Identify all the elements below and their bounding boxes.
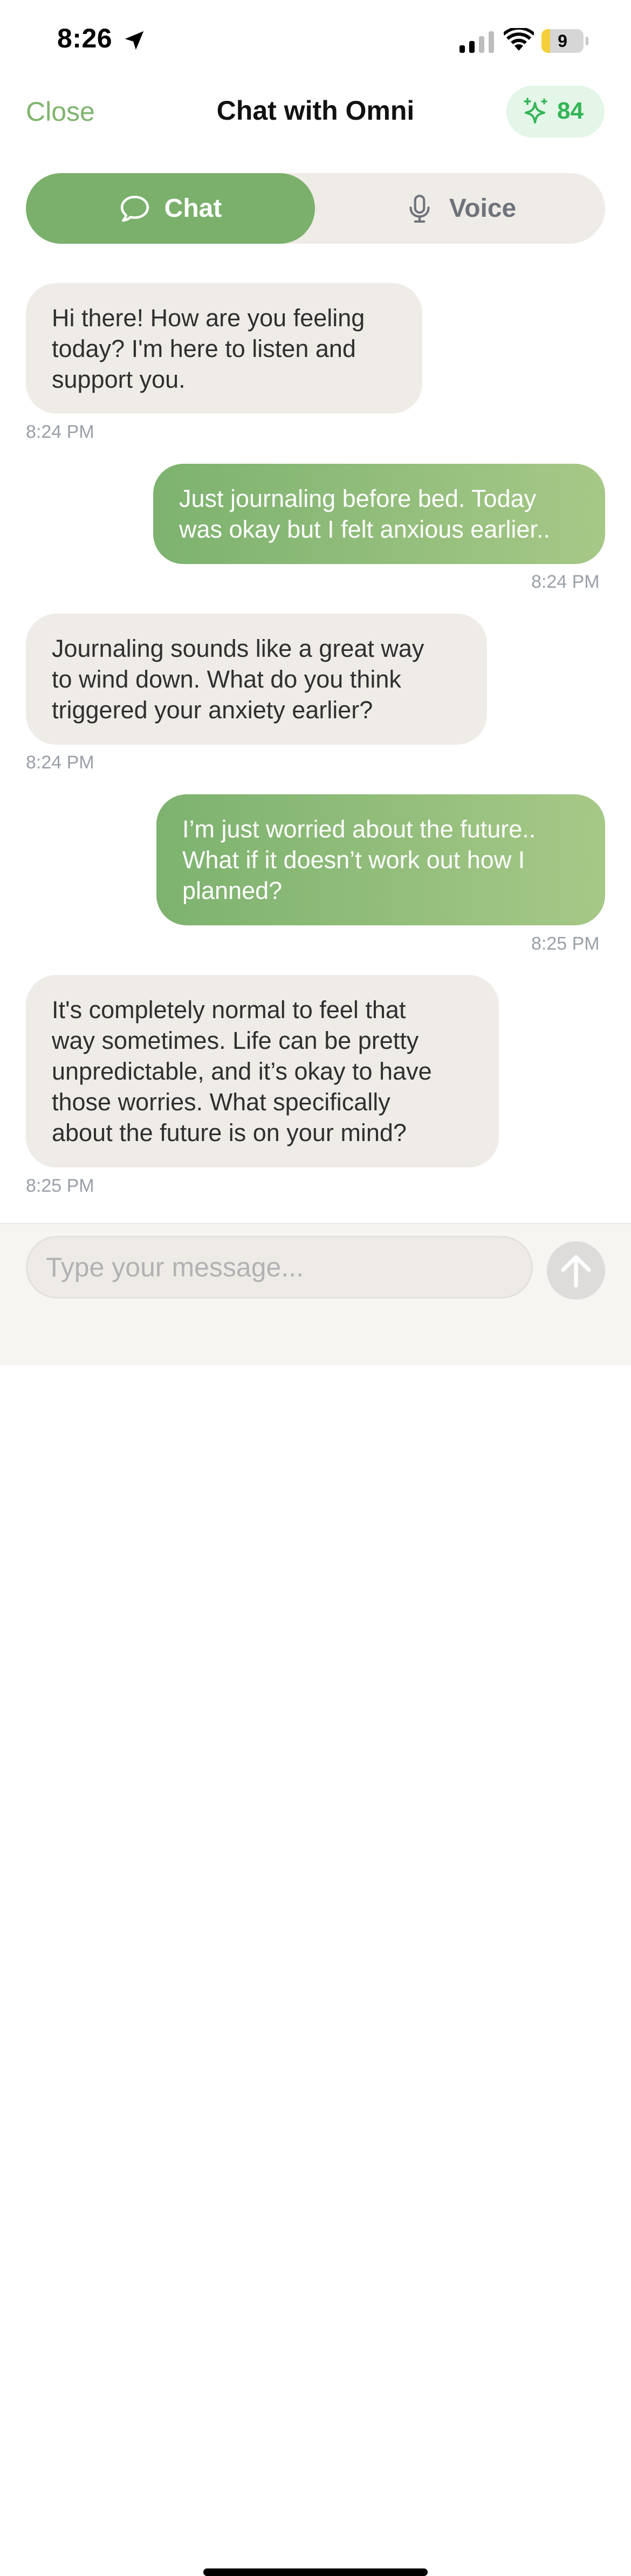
tab-voice[interactable]: Voice <box>315 173 605 244</box>
arrow-up-icon <box>561 1255 591 1288</box>
battery-level: 9 <box>558 31 567 51</box>
assistant-message-bubble: Hi there! How are you feeling today? I'm… <box>26 283 422 414</box>
credits-count: 84 <box>557 98 584 124</box>
message-timestamp: 8:25 PM <box>531 933 600 954</box>
chat-bubble-icon <box>120 195 149 222</box>
message-timestamp: 8:24 PM <box>531 572 600 592</box>
status-bar: 8:26 9 <box>0 0 631 81</box>
message-timestamp: 8:24 PM <box>26 422 94 442</box>
location-arrow-icon <box>125 31 144 50</box>
message-input[interactable] <box>26 1236 533 1299</box>
sparkle-icon <box>524 98 547 123</box>
home-indicator <box>203 2568 428 2576</box>
tab-chat-label: Chat <box>164 194 222 223</box>
credits-badge[interactable]: 84 <box>506 86 605 138</box>
message-timestamp: 8:24 PM <box>26 752 94 773</box>
tab-chat[interactable]: Chat <box>26 173 315 244</box>
status-time: 8:26 <box>57 23 113 53</box>
user-message-bubble: I’m just worried about the future.. What… <box>156 794 605 925</box>
tab-voice-label: Voice <box>449 194 517 223</box>
assistant-message-bubble: It's completely normal to feel that way … <box>26 975 499 1167</box>
mode-toggle: Chat Voice <box>26 173 605 244</box>
wifi-icon <box>504 28 534 51</box>
battery-icon: 9 <box>541 29 588 53</box>
message-timestamp: 8:25 PM <box>26 1176 94 1196</box>
assistant-message-bubble: Journaling sounds like a great way to wi… <box>26 614 487 745</box>
microphone-icon <box>409 194 430 223</box>
send-button[interactable] <box>547 1241 605 1300</box>
message-composer <box>0 1223 631 2576</box>
cellular-signal-icon <box>459 31 494 53</box>
user-message-bubble: Just journaling before bed. Today was ok… <box>153 464 605 564</box>
header: Close Chat with Omni 84 <box>0 81 631 146</box>
